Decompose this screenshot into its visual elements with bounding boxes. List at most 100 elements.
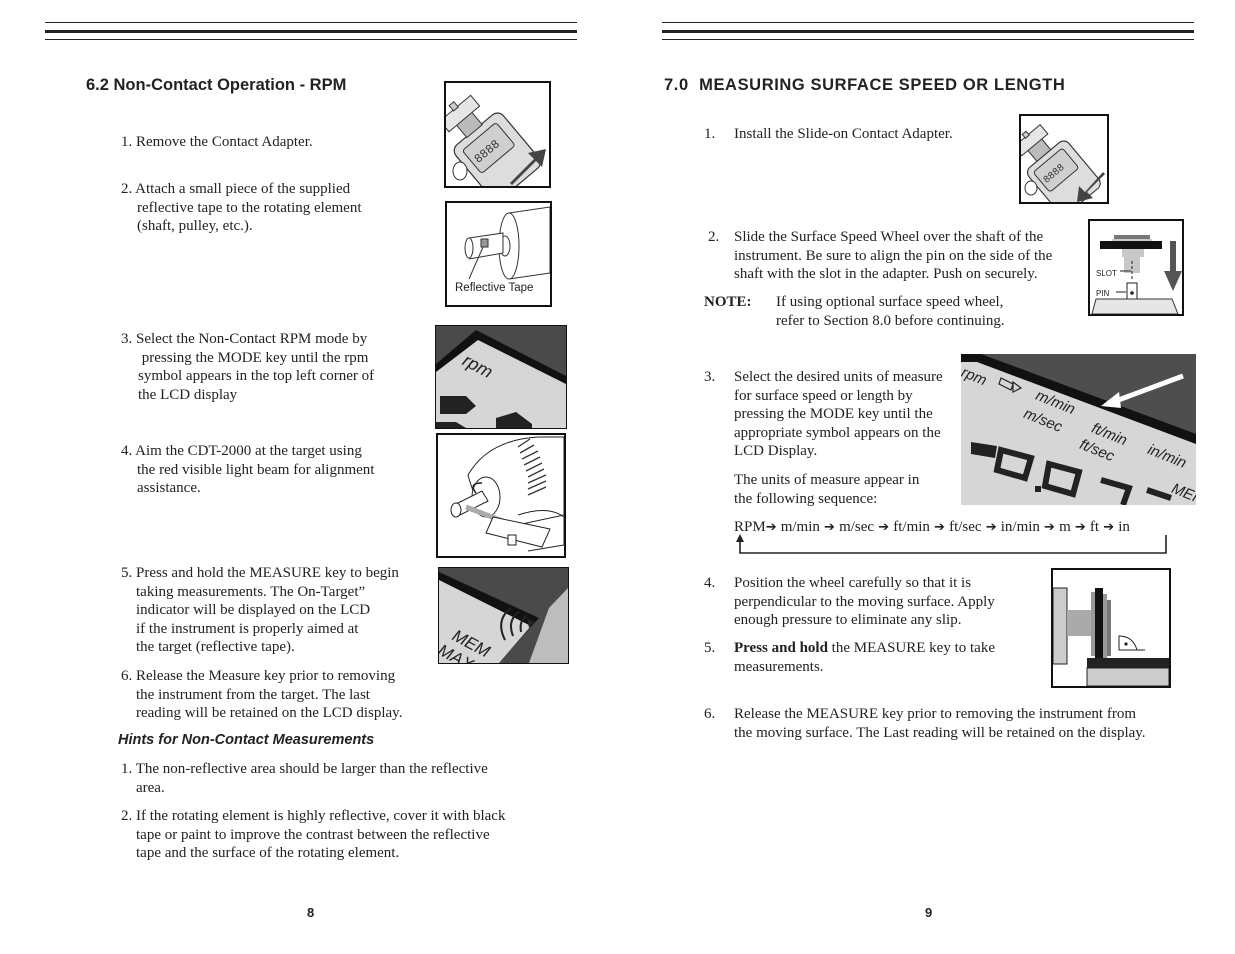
step-line: taking measurements. The On-Target” [136, 583, 366, 600]
step-line: LCD Display. [734, 443, 818, 460]
step-4-text: Position the wheel carefully so that it … [734, 574, 995, 630]
lcd-rpm-illustration [436, 326, 566, 428]
step-line: reflective tape to the rotating element [137, 199, 362, 216]
intro-line: The units of measure appear in [734, 472, 920, 488]
hint-2: 2. If the rotating element is highly ref… [121, 807, 505, 863]
step-1-number: 1. [704, 126, 716, 142]
step-1: 1. Remove the Contact Adapter. [121, 133, 313, 152]
step-line: perpendicular to the moving surface. App… [734, 593, 995, 610]
step-5-number: 5. [704, 640, 716, 656]
step-line: appropriate symbol appears on the [734, 424, 941, 441]
step-5-bold: Press and hold [734, 640, 828, 656]
figure-install-adapter: 8888 [1019, 114, 1109, 204]
tachometer-illustration: 8888 [446, 94, 546, 186]
step-3-number: 3. [704, 369, 716, 385]
step-4-number: 4. [704, 575, 716, 591]
step-1-text: Install the Slide-on Contact Adapter. [734, 126, 953, 142]
sequence-intro: The units of measure appear in the follo… [734, 471, 919, 508]
step-line: 4. Aim the CDT-2000 at the target using [121, 443, 362, 459]
step-line: Release the MEASURE key prior to removin… [734, 706, 1137, 722]
step-line: the red visible light beam for alignment [137, 461, 375, 478]
intro-line: the following sequence: [734, 490, 878, 507]
figure-remove-adapter: 8888 [444, 81, 551, 188]
hint-line: tape or paint to improve the contrast be… [136, 826, 490, 843]
page-number: 8 [307, 905, 315, 920]
figure-reflective-tape: Reflective Tape [445, 201, 552, 307]
step-line: (shaft, pulley, etc.). [137, 218, 253, 235]
step-line: Position the wheel carefully so that it … [734, 575, 972, 591]
figure-lcd-rpm: rpm [435, 325, 567, 429]
step-line: for surface speed or length by [734, 387, 913, 404]
header-rule-thin-top [662, 22, 1194, 23]
step-line: the target (reflective tape). [136, 639, 295, 656]
hint-line: area. [136, 779, 165, 796]
header-rule-thin-top [45, 22, 577, 23]
step-line: 3. Select the Non-Contact RPM mode by [121, 331, 368, 347]
note-label: NOTE: [704, 294, 752, 310]
header-rule-thin-bottom [662, 39, 1194, 40]
step-6: 6. Release the Measure key prior to remo… [121, 667, 402, 723]
step-2-text: Slide the Surface Speed Wheel over the s… [734, 228, 1052, 284]
step-line: the moving surface. The Last reading wil… [734, 724, 1146, 741]
step-6-number: 6. [704, 706, 716, 722]
step-line: measurements. [734, 658, 824, 675]
lcd-units-illustration [961, 354, 1196, 505]
note-line: refer to Section 8.0 before continuing. [776, 312, 1005, 329]
reflective-tape-label: Reflective Tape [455, 282, 534, 294]
page-number: 9 [925, 905, 933, 920]
section-title: 7.0 MEASURING SURFACE SPEED OR LENGTH [664, 76, 1066, 94]
step-line: symbol appears in the top left corner of [138, 368, 375, 385]
step-2: 2. Attach a small piece of the supplied … [121, 180, 361, 236]
step-line: 5. Press and hold the MEASURE key to beg… [121, 565, 399, 581]
step-2-number: 2. [708, 229, 720, 245]
step-3-text: Select the desired units of measure for … [734, 368, 943, 461]
wheel-surface-illustration [1053, 587, 1169, 686]
step-line: Select the desired units of measure [734, 369, 943, 385]
step-line: pressing the MODE key until the [734, 406, 933, 423]
step-line: Slide the Surface Speed Wheel over the s… [734, 229, 1044, 245]
note-line: If using optional surface speed wheel, [776, 294, 1004, 310]
aiming-illustration [450, 436, 564, 552]
header-rule-thick [662, 30, 1194, 33]
arrow-up-icon [736, 534, 744, 542]
step-line: enough pressure to eliminate any slip. [734, 612, 962, 629]
header-rule-thick [45, 30, 577, 33]
step-5-rest: the MEASURE key to take [827, 640, 995, 656]
step-line: Press and hold the MEASURE key to take [734, 639, 995, 658]
figure-lcd-on-target: MEM MAX [438, 567, 569, 664]
hint-1: 1. The non-reflective area should be lar… [121, 760, 488, 797]
step-4: 4. Aim the CDT-2000 at the target using … [121, 442, 374, 498]
step-line: instrument. Be sure to align the pin on … [734, 247, 1053, 264]
step-5: 5. Press and hold the MEASURE key to beg… [121, 564, 399, 657]
slot-pin-illustration [1091, 235, 1182, 314]
tachometer-install-illustration: 8888 [1021, 123, 1105, 202]
hints-title: Hints for Non-Contact Measurements [118, 732, 375, 748]
slot-label: SLOT [1096, 269, 1117, 278]
step-line: indicator will be displayed on the LCD [136, 602, 371, 619]
step-line: pressing the MODE key until the rpm [138, 349, 369, 366]
arrow-down-icon [1170, 241, 1176, 273]
step-line: shaft with the slot in the adapter. Push… [734, 266, 1038, 283]
header-rule-thin-bottom [45, 39, 577, 40]
step-3: 3. Select the Non-Contact RPM mode by pr… [121, 330, 374, 404]
figure-aim-target [436, 433, 566, 558]
step-line: the LCD display [138, 386, 238, 403]
step-line: 2. Attach a small piece of the supplied [121, 181, 351, 197]
hint-line: 2. If the rotating element is highly ref… [121, 808, 506, 824]
step-line: 1. Remove the Contact Adapter. [121, 134, 313, 150]
step-line: assistance. [137, 480, 201, 497]
step-line: if the instrument is properly aimed at [136, 620, 359, 637]
note-text: If using optional surface speed wheel, r… [776, 293, 1005, 330]
step-line: 6. Release the Measure key prior to remo… [121, 668, 396, 684]
step-line: reading will be retained on the LCD disp… [136, 705, 403, 722]
hint-line: tape and the surface of the rotating ele… [136, 845, 400, 862]
figure-slot-pin: SLOT PIN [1088, 219, 1184, 316]
hint-line: 1. The non-reflective area should be lar… [121, 761, 488, 777]
section-title: 6.2 Non-Contact Operation - RPM [86, 76, 347, 94]
step-5-text: Press and hold the MEASURE key to take m… [734, 639, 995, 676]
step-line: the instrument from the target. The last [136, 686, 370, 703]
step-6-text: Release the MEASURE key prior to removin… [734, 705, 1146, 742]
figure-perpendicular-wheel [1051, 568, 1171, 688]
sequence-return-arrow [736, 534, 1167, 554]
figure-lcd-units: rpm m/min m/sec ft/min ft/sec in/min MEM [961, 354, 1196, 505]
